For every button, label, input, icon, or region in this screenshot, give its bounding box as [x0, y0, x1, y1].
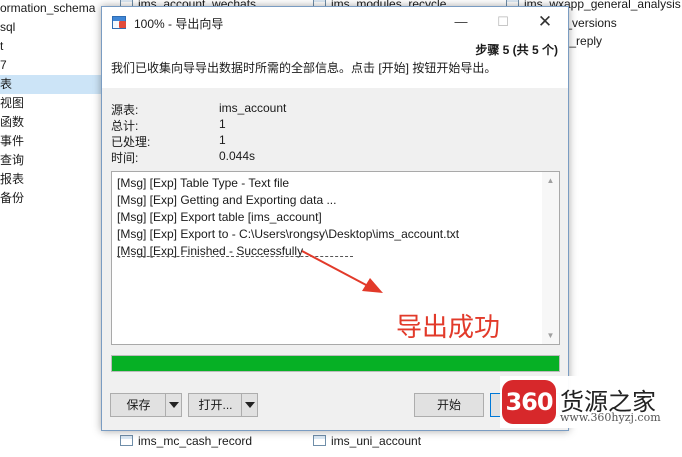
- log-line: [Msg] [Exp] Export table [ims_account]: [117, 210, 322, 224]
- processed-value: 1: [219, 133, 226, 147]
- export-wizard-dialog: 100% - 导出向导 — ☐ ✕ 步骤 5 (共 5 个) 我们已收集向导导出…: [101, 6, 569, 431]
- open-button-label: 打开...: [198, 398, 233, 412]
- tree-item[interactable]: ormation_schema: [0, 0, 95, 18]
- tree-item[interactable]: 查询: [0, 151, 24, 170]
- time-label: 时间:: [111, 151, 139, 165]
- tree-item[interactable]: sql: [0, 18, 15, 37]
- save-dropdown-icon[interactable]: [165, 394, 181, 416]
- save-button[interactable]: 保存: [110, 393, 182, 417]
- tree-item[interactable]: 视图: [0, 94, 24, 113]
- table-item[interactable]: ims_mc_cash_record: [120, 432, 252, 450]
- log-line: [Msg] [Exp] Getting and Exporting data .…: [117, 193, 337, 207]
- scroll-up-icon[interactable]: ▲: [542, 172, 559, 189]
- title-bar[interactable]: 100% - 导出向导 — ☐ ✕: [102, 7, 568, 38]
- watermark: 360 货源之家 www.360hyzj.com: [500, 376, 682, 428]
- open-button[interactable]: 打开...: [188, 393, 258, 417]
- vertical-scrollbar[interactable]: ▲ ▼: [542, 172, 559, 344]
- log-line: [Msg] [Exp] Finished - Successfully: [117, 244, 304, 258]
- minimize-button[interactable]: —: [446, 10, 476, 34]
- log-line: [Msg] [Exp] Export to - C:\Users\rongsy\…: [117, 227, 460, 241]
- source-table-value: ims_account: [219, 101, 287, 115]
- tree-item[interactable]: t: [0, 37, 3, 56]
- progress-fill: [112, 356, 559, 371]
- save-button-label: 保存: [126, 398, 151, 412]
- wizard-header: 步骤 5 (共 5 个) 我们已收集向导导出数据时所需的全部信息。点击 [开始]…: [102, 38, 568, 88]
- tree-item[interactable]: 函数: [0, 113, 24, 132]
- watermark-logo: 360: [502, 380, 556, 424]
- total-value: 1: [219, 117, 226, 131]
- time-value: 0.044s: [219, 149, 256, 163]
- tree-item[interactable]: 7: [0, 56, 7, 75]
- table-item[interactable]: ims_uni_account: [313, 432, 421, 450]
- tree-item[interactable]: 报表: [0, 170, 24, 189]
- total-label: 总计:: [111, 119, 139, 133]
- maximize-button[interactable]: ☐: [488, 10, 518, 34]
- step-indicator: 步骤 5 (共 5 个): [475, 43, 558, 57]
- table-item-label: ims_mc_cash_record: [138, 434, 253, 448]
- log-separator: [117, 256, 353, 257]
- window-title: 100% - 导出向导: [134, 17, 224, 31]
- tree-item[interactable]: 事件: [0, 132, 24, 151]
- log-line: [Msg] [Exp] Table Type - Text file: [117, 176, 290, 190]
- watermark-url: www.360hyzj.com: [560, 411, 661, 424]
- table-item-label: ims_uni_account: [331, 434, 422, 448]
- tree-item[interactable]: 表: [0, 75, 101, 94]
- table-icon: [120, 435, 133, 446]
- source-table-label: 源表:: [111, 103, 139, 117]
- start-button[interactable]: 开始: [414, 393, 484, 417]
- intro-text: 我们已收集向导导出数据时所需的全部信息。点击 [开始] 按钮开始导出。: [111, 61, 497, 75]
- close-button[interactable]: ✕: [530, 10, 560, 34]
- table-icon: [313, 435, 326, 446]
- processed-label: 已处理:: [111, 135, 151, 149]
- app-icon: [112, 16, 126, 29]
- tree-item[interactable]: 备份: [0, 189, 24, 208]
- annotation-text: 导出成功: [396, 313, 501, 343]
- open-dropdown-icon[interactable]: [241, 394, 257, 416]
- scroll-down-icon[interactable]: ▼: [542, 327, 559, 344]
- progress-bar: [111, 355, 560, 372]
